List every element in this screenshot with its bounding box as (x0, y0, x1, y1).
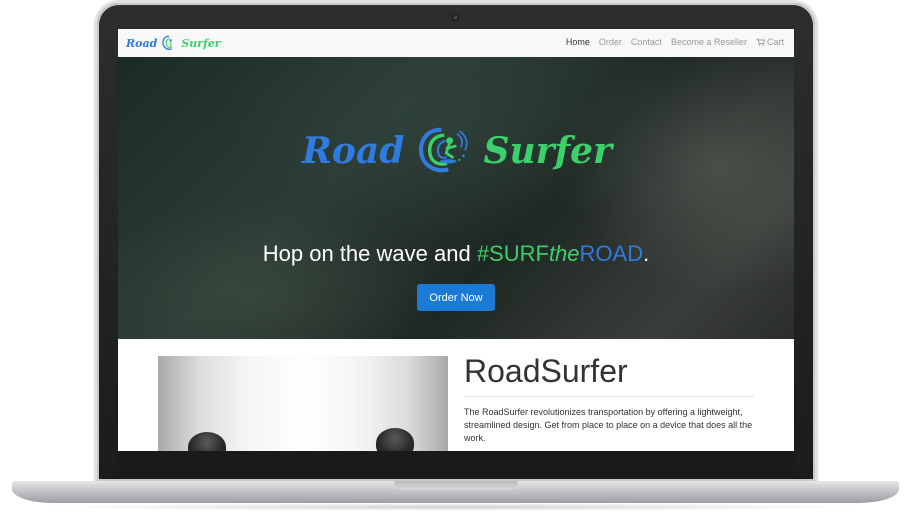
hero-logo: Road Surfer (302, 115, 612, 187)
tagline-hash-the: the (548, 241, 580, 266)
product-title: RoadSurfer (464, 353, 628, 389)
cart-icon (756, 38, 765, 46)
brand-word-surfer: Surfer (181, 36, 221, 50)
order-now-button[interactable]: Order Now (417, 284, 495, 311)
nav-become-reseller[interactable]: Become a Reseller (671, 37, 747, 47)
laptop-screen: Road Surfer Home Order Contact Become a … (118, 29, 794, 451)
hero-tagline: Hop on the wave and #SURFtheROAD. (118, 241, 794, 267)
product-description: The RoadSurfer revolutionizes transporta… (464, 407, 753, 443)
nav-cart-label: Cart (766, 37, 784, 47)
webcam (453, 15, 458, 20)
nav-cart[interactable]: Cart (756, 37, 784, 47)
wave-surfer-icon (419, 127, 469, 173)
tagline-hash-road: ROAD (579, 241, 644, 266)
tagline-suffix: . (643, 241, 650, 266)
laptop-base-notch (394, 481, 518, 490)
wave-surfer-icon (162, 35, 173, 50)
nav-contact[interactable]: Contact (631, 37, 662, 47)
product-image (158, 356, 448, 451)
hero-logo-road: Road (302, 130, 405, 172)
product-divider (464, 396, 754, 397)
nav-home[interactable]: Home (566, 37, 590, 47)
tagline-prefix: Hop on the wave and (262, 241, 477, 266)
navbar: Road Surfer Home Order Contact Become a … (118, 29, 794, 58)
laptop-shadow (40, 503, 871, 511)
skateboard-wheel-right (376, 428, 414, 451)
hero-logo-surfer: Surfer (483, 130, 613, 172)
nav-order[interactable]: Order (599, 37, 622, 47)
brand-word-road: Road (126, 36, 158, 50)
laptop-bezel-chin (118, 451, 794, 478)
tagline-hash-surf: #SURF (476, 241, 549, 266)
navbar-brand[interactable]: Road Surfer (126, 34, 221, 52)
hero-banner: Road Surfer Hop on the wave and #SURFthe… (118, 57, 794, 339)
nav-links: Home Order Contact Become a Reseller Car… (566, 37, 784, 47)
skateboard-wheel-left (188, 432, 226, 451)
